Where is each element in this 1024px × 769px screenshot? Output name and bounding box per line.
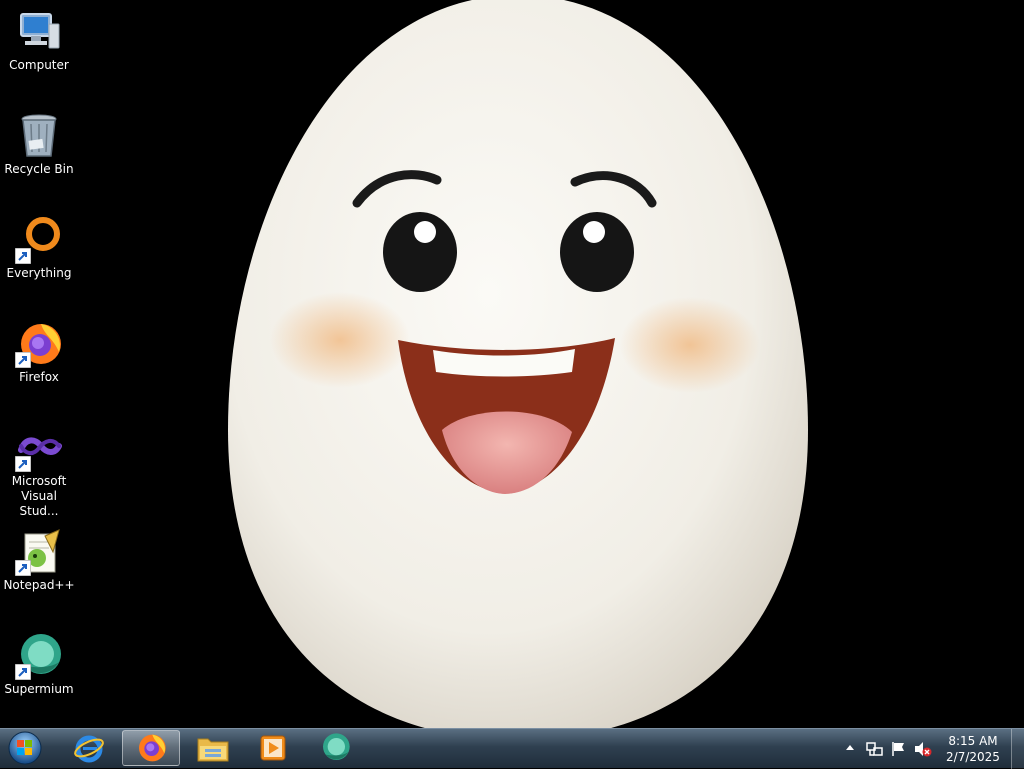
desktop-icon-visual-studio[interactable]: Microsoft Visual Stud... <box>2 424 76 519</box>
desktop[interactable]: Computer Recycle Bin Everything Firefox … <box>0 0 1024 728</box>
shortcut-arrow-icon <box>15 352 31 368</box>
show-desktop-button[interactable] <box>1011 729 1024 769</box>
internet-explorer-icon <box>74 735 104 763</box>
start-button[interactable] <box>4 730 48 766</box>
clock[interactable]: 8:15 AM 2/7/2025 <box>944 733 1002 765</box>
shortcut-arrow-icon <box>15 560 31 576</box>
taskbar: 8:15 AM 2/7/2025 <box>0 728 1024 769</box>
desktop-icon-label: Everything <box>6 266 72 280</box>
shortcut-arrow-icon <box>15 248 31 264</box>
desktop-icon-label: Supermium <box>4 682 74 696</box>
desktop-icon-firefox[interactable]: Firefox <box>2 320 76 385</box>
desktop-icon-supermium[interactable]: Supermium <box>2 632 76 697</box>
firefox-icon <box>139 734 166 762</box>
taskbar-internet-explorer[interactable] <box>60 730 118 766</box>
action-center-flag-icon[interactable] <box>891 741 907 757</box>
volume-muted-icon[interactable] <box>914 741 932 757</box>
taskbar-media-player[interactable] <box>244 730 302 766</box>
file-explorer-icon <box>197 738 229 762</box>
clock-time: 8:15 AM <box>948 734 998 748</box>
desktop-icon-notepad-plus-plus[interactable]: Notepad++ <box>2 528 76 593</box>
egg-wallpaper <box>228 0 808 728</box>
visual-studio-icon <box>15 424 63 472</box>
media-player-icon <box>260 735 286 761</box>
network-icon[interactable] <box>866 741 884 757</box>
start-orb-icon <box>8 731 42 765</box>
desktop-icon-label: Recycle Bin <box>4 162 74 176</box>
desktop-icon-label: Computer <box>9 58 69 72</box>
taskbar-firefox[interactable] <box>122 730 180 766</box>
desktop-icon-label: Notepad++ <box>3 578 75 592</box>
everything-icon <box>15 216 63 264</box>
recycle-bin-icon <box>15 112 63 160</box>
show-hidden-icons-icon[interactable] <box>845 741 855 753</box>
shortcut-arrow-icon <box>15 664 31 680</box>
clock-date: 2/7/2025 <box>946 750 1000 764</box>
taskbar-supermium[interactable] <box>306 730 364 766</box>
computer-icon <box>15 8 63 56</box>
desktop-icon-computer[interactable]: Computer <box>2 8 76 73</box>
right-blush <box>620 297 760 393</box>
notepad-plus-plus-icon <box>15 528 63 576</box>
firefox-icon <box>15 320 63 368</box>
supermium-icon <box>15 632 63 680</box>
shortcut-arrow-icon <box>15 456 31 472</box>
left-blush <box>270 292 410 388</box>
taskbar-file-explorer[interactable] <box>184 730 242 766</box>
desktop-icon-recycle-bin[interactable]: Recycle Bin <box>2 112 76 177</box>
desktop-icon-label: Microsoft Visual Stud... <box>11 474 67 518</box>
supermium-icon <box>323 733 350 760</box>
desktop-icon-label: Firefox <box>19 370 59 384</box>
desktop-icon-everything[interactable]: Everything <box>2 216 76 281</box>
